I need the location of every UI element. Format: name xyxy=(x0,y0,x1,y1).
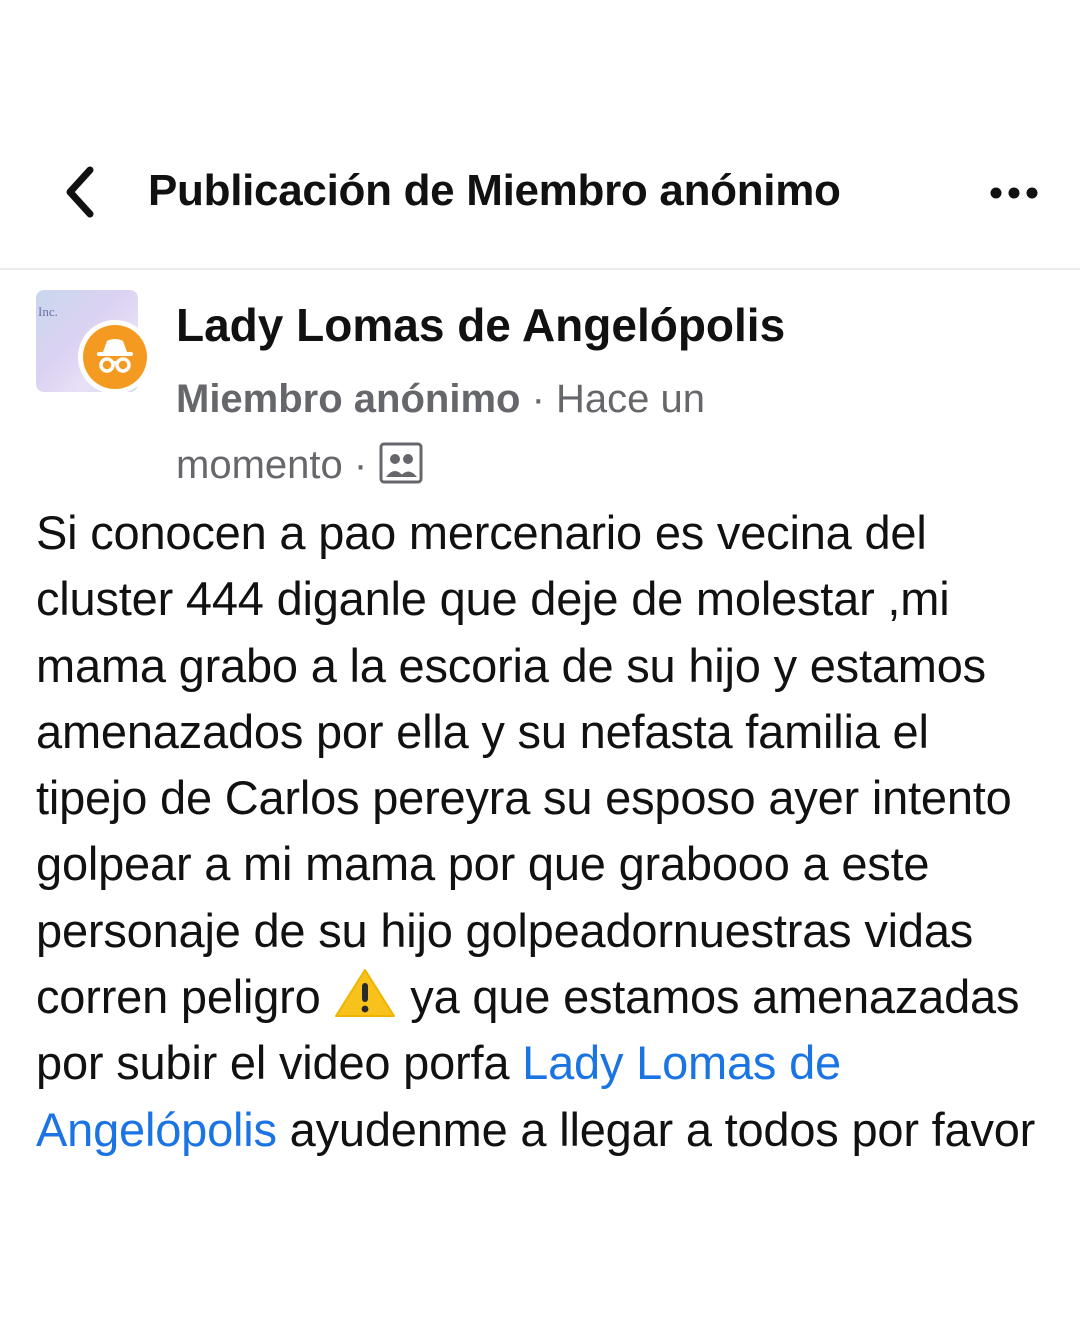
back-button[interactable] xyxy=(56,162,106,222)
incognito-icon xyxy=(97,339,133,373)
page-title: Publicación de Miembro anónimo xyxy=(148,166,841,215)
group-name-link[interactable]: Lady Lomas de Angelópolis xyxy=(176,298,785,352)
post-text-part: ayudenme a llegar a todos por favor xyxy=(289,1102,1036,1156)
header-divider xyxy=(0,268,1080,270)
more-horizontal-icon xyxy=(990,187,1038,199)
more-options-button[interactable] xyxy=(986,178,1042,208)
author-name[interactable]: Miembro anónimo xyxy=(176,377,520,421)
meta-separator: · xyxy=(531,377,545,421)
meta-separator: · xyxy=(353,443,368,487)
post-text: Si conocen a pao mercenario es vecina de… xyxy=(36,500,1046,1163)
post-meta: Miembro anónimo · Hace un momento · xyxy=(176,366,856,498)
warning-emoji xyxy=(335,969,396,1018)
post-screen: Publicación de Miembro anónimo Inc. Lady… xyxy=(0,0,1080,1317)
avatar-text: Inc. xyxy=(38,304,58,319)
top-bar: Publicación de Miembro anónimo xyxy=(0,140,1080,250)
anonymous-badge xyxy=(78,320,152,394)
group-audience-icon xyxy=(379,442,423,484)
chevron-left-icon xyxy=(66,166,94,218)
post-text-part: Si conocen a pao mercenario es vecina de… xyxy=(36,506,1012,1024)
